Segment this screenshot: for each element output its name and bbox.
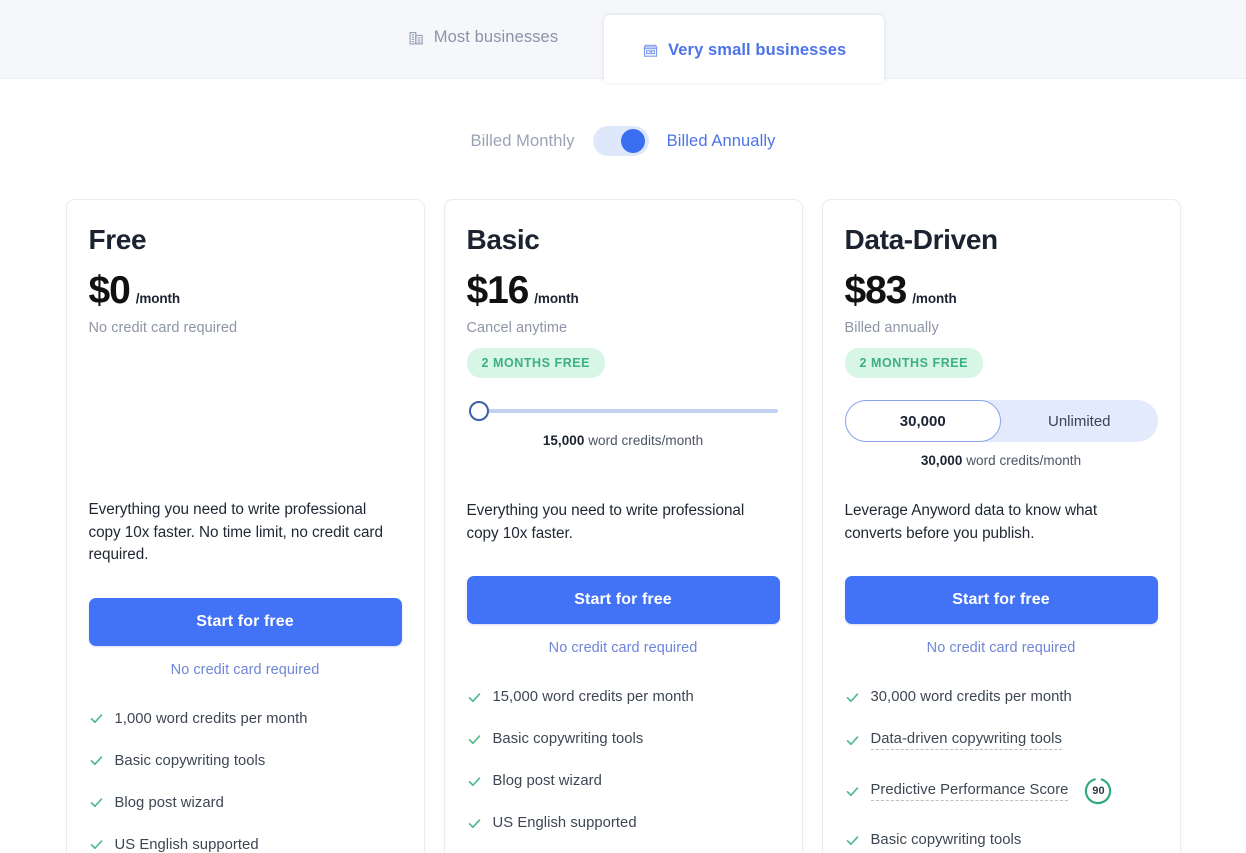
billed-monthly-label[interactable]: Billed Monthly [471,132,575,151]
pricing-card-data-driven: Data-Driven $83 /month Billed annually 2… [821,199,1181,853]
check-icon [89,837,104,852]
billed-annually-label[interactable]: Billed Annually [667,132,776,151]
price-row: $16 /month [467,271,780,310]
feature-label[interactable]: Data-driven copywriting tools [870,731,1062,751]
check-icon [845,733,860,748]
list-item: Predictive Performance Score 90 [845,776,1158,806]
feature-list: 1,000 word credits per month Basic copyw… [89,711,402,853]
feature-list: 15,000 word credits per month Basic copy… [467,689,780,853]
credits-readout: 15,000 word credits/month [467,433,780,448]
plan-description: Everything you need to write professiona… [88,501,383,564]
check-icon [89,795,104,810]
credits-readout: 30,000 word credits/month [845,453,1158,468]
list-item: 1,000 word credits per month [89,711,402,727]
price-note: Cancel anytime [466,320,568,337]
months-free-badge: 2 MONTHS FREE [466,348,606,379]
credits-value: 30,000 [920,453,963,469]
tab-very-small-businesses[interactable]: Very small businesses [604,15,885,83]
plan-description: Leverage Anyword data to know what conve… [844,502,1098,542]
plan-name: Basic [466,224,540,255]
list-item: Basic copywriting tools [845,832,1158,848]
score-value: 90 [1092,785,1105,798]
price-row: $0 /month [89,271,402,310]
check-icon [845,784,860,799]
list-item: US English supported [467,815,780,831]
price-period: /month [135,291,181,307]
check-icon [467,732,482,747]
predictive-performance-score-badge: 90 [1083,776,1113,806]
check-icon [467,690,482,705]
list-item: US English supported [89,837,402,853]
pricing-card-grid: Free $0 /month No credit card required E… [0,199,1246,853]
pricing-card-free: Free $0 /month No credit card required E… [65,199,425,853]
segment-option-unlimited[interactable]: Unlimited [1001,400,1158,442]
price-period: /month [912,291,957,307]
credits-unit: word credits/month [588,433,704,449]
feature-label: Basic copywriting tools [870,832,1022,849]
feature-label: US English supported [114,836,259,853]
toggle-knob [620,129,645,153]
start-for-free-button[interactable]: Start for free [88,597,402,646]
feature-label: Blog post wizard [114,794,224,811]
office-building-icon [408,29,425,46]
check-icon [467,774,482,789]
segment-option-30000[interactable]: 30,000 [844,400,1001,443]
list-item: Basic copywriting tools [467,731,780,747]
list-item: 30,000 word credits per month [845,689,1158,705]
pricing-card-basic: Basic $16 /month Cancel anytime 2 MONTHS… [443,199,803,853]
price-note: No credit card required [88,320,238,337]
tab-label: Very small businesses [668,40,847,59]
control-zone-placeholder [89,336,402,473]
plan-name: Data-Driven [844,224,999,255]
credits-segmented-zone: 30,000 Unlimited 30,000 word credits/mon… [844,400,1158,474]
credits-segmented-control[interactable]: 30,000 Unlimited [844,400,1158,443]
check-icon [845,833,860,848]
price-amount: $16 [466,269,530,313]
billing-toggle-row: Billed Monthly Billed Annually [0,126,1246,156]
slider-track[interactable] [474,409,778,414]
feature-label: 1,000 word credits per month [114,710,308,727]
list-item: Data-driven copywriting tools [845,731,1158,751]
feature-label: US English supported [492,815,637,832]
list-item: 15,000 word credits per month [467,689,780,705]
price-row: $83 /month [845,271,1158,310]
cta-subtext[interactable]: No credit card required [89,662,402,678]
months-free-badge: 2 MONTHS FREE [844,348,984,379]
feature-label: 30,000 word credits per month [870,689,1072,706]
feature-label: Basic copywriting tools [492,731,644,748]
billing-period-toggle[interactable] [592,126,649,156]
price-amount: $83 [844,269,908,313]
feature-list: 30,000 word credits per month Data-drive… [845,689,1158,853]
plan-name: Free [88,224,147,255]
slider-thumb[interactable] [468,401,489,422]
check-icon [89,711,104,726]
credits-unit: word credits/month [966,453,1082,469]
price-amount: $0 [88,269,131,313]
credits-value: 15,000 [542,433,585,449]
credits-slider[interactable] [467,400,780,422]
list-item: Blog post wizard [89,795,402,811]
feature-label: 15,000 word credits per month [492,689,694,706]
start-for-free-button[interactable]: Start for free [844,576,1158,625]
business-type-tabbar: Most businesses Very small businesses [0,0,1246,83]
feature-label: Blog post wizard [492,773,602,790]
plan-description: Everything you need to write professiona… [466,502,745,542]
price-period: /month [534,291,579,307]
check-icon [845,690,860,705]
price-note: Billed annually [844,320,939,337]
list-item: Blog post wizard [467,773,780,789]
check-icon [467,816,482,831]
tabbar-inner: Most businesses Very small businesses [362,0,885,83]
tab-label: Most businesses [433,27,559,46]
list-item: Basic copywriting tools [89,753,402,769]
cta-subtext[interactable]: No credit card required [845,640,1158,656]
storefront-icon [642,42,659,59]
check-icon [89,753,104,768]
start-for-free-button[interactable]: Start for free [466,576,780,625]
tab-most-businesses[interactable]: Most businesses [362,0,604,77]
feature-label[interactable]: Predictive Performance Score [870,782,1069,801]
credits-slider-zone: 15,000 word credits/month [467,400,780,474]
cta-subtext[interactable]: No credit card required [467,640,780,656]
feature-label: Basic copywriting tools [114,752,266,769]
